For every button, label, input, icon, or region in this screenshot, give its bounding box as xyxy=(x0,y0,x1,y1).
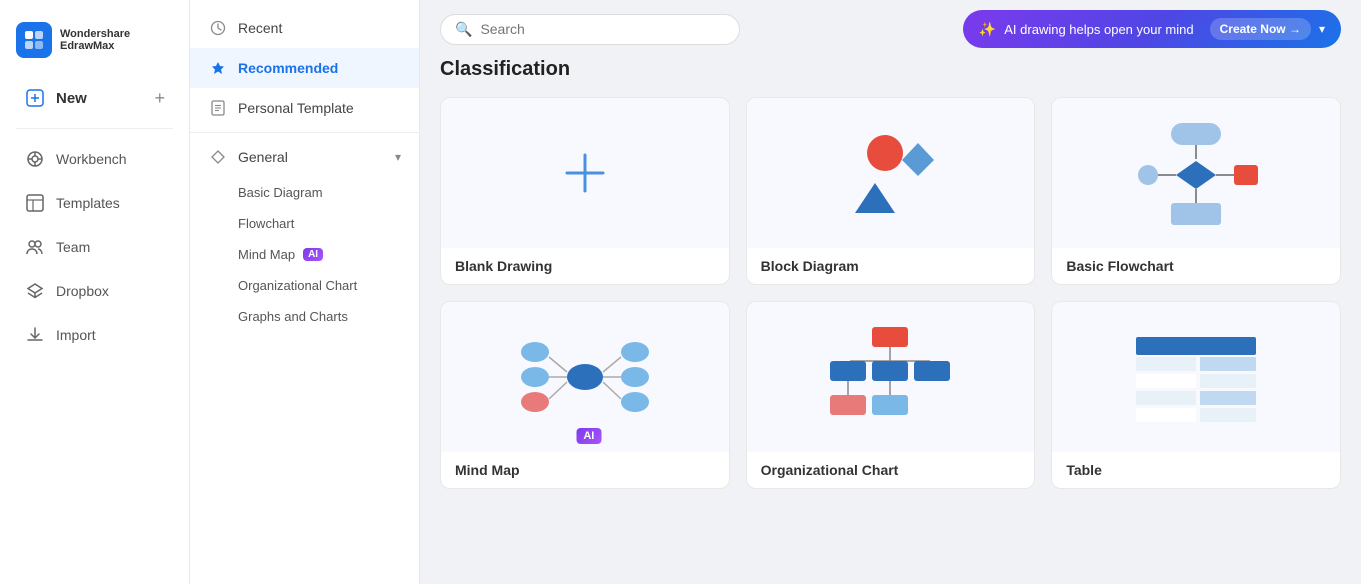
sub-item-graphs-charts[interactable]: Graphs and Charts xyxy=(190,301,419,332)
sub-item-mind-map[interactable]: Mind Map AI xyxy=(190,239,419,270)
card-block-diagram-image xyxy=(747,98,1035,248)
sidebar-item-team-label: Team xyxy=(56,239,90,255)
middle-item-personal-template[interactable]: Personal Template xyxy=(190,88,419,128)
recommended-label: Recommended xyxy=(238,60,338,76)
card-table[interactable]: Table xyxy=(1051,301,1341,489)
new-icon xyxy=(24,87,46,109)
ai-banner-chevron-icon: ▾ xyxy=(1319,22,1325,36)
ai-banner[interactable]: ✨ AI drawing helps open your mind Create… xyxy=(963,10,1341,48)
middle-panel: Recent Recommended Personal Template xyxy=(190,0,420,584)
sub-item-org-chart[interactable]: Organizational Chart xyxy=(190,270,419,301)
sidebar-item-dropbox-label: Dropbox xyxy=(56,283,109,299)
recent-label: Recent xyxy=(238,20,282,36)
import-icon xyxy=(24,324,46,346)
search-icon: 🔍 xyxy=(455,21,472,38)
search-box[interactable]: 🔍 xyxy=(440,14,740,45)
card-mind-map-label: Mind Map xyxy=(441,452,729,488)
card-basic-flowchart-label: Basic Flowchart xyxy=(1052,248,1340,284)
sidebar-item-team[interactable]: Team xyxy=(8,226,181,268)
sub-item-flowchart[interactable]: Flowchart xyxy=(190,208,419,239)
general-label: General xyxy=(238,149,288,165)
ai-banner-sparkle-icon: ✨ xyxy=(979,21,996,38)
personal-template-icon xyxy=(208,98,228,118)
app-logo-icon xyxy=(16,22,52,58)
sidebar-item-import-label: Import xyxy=(56,327,96,343)
card-mind-map-image: AI xyxy=(441,302,729,452)
recommended-icon xyxy=(208,58,228,78)
team-icon xyxy=(24,236,46,258)
sidebar-item-new[interactable]: New + xyxy=(8,77,181,119)
card-org-chart-label: Organizational Chart xyxy=(747,452,1035,488)
general-section-header[interactable]: General ▾ xyxy=(190,137,419,177)
card-basic-flowchart[interactable]: Basic Flowchart xyxy=(1051,97,1341,285)
card-blank-drawing-image xyxy=(441,98,729,248)
middle-item-recent[interactable]: Recent xyxy=(190,8,419,48)
main-content: 🔍 ✨ AI drawing helps open your mind Crea… xyxy=(420,0,1361,584)
cards-grid: Blank Drawing Block Diagram xyxy=(440,97,1341,489)
middle-divider xyxy=(190,132,419,133)
classification-title: Classification xyxy=(440,58,1341,81)
sidebar-item-dropbox[interactable]: Dropbox xyxy=(8,270,181,312)
content-area: Classification Blank Drawing xyxy=(420,58,1361,584)
ai-banner-create-button[interactable]: Create Now → xyxy=(1210,18,1311,40)
dropbox-icon xyxy=(24,280,46,302)
sidebar-item-new-label: New xyxy=(56,90,87,107)
card-org-chart[interactable]: Organizational Chart xyxy=(746,301,1036,489)
card-block-diagram[interactable]: Block Diagram xyxy=(746,97,1036,285)
workbench-icon xyxy=(24,148,46,170)
sidebar-item-templates[interactable]: Templates xyxy=(8,182,181,224)
sidebar-item-workbench-label: Workbench xyxy=(56,151,127,167)
personal-template-label: Personal Template xyxy=(238,100,354,116)
recent-icon xyxy=(208,18,228,38)
new-plus-icon: + xyxy=(154,88,165,109)
logo-area: Wondershare EdrawMax xyxy=(0,12,189,76)
middle-item-recommended[interactable]: Recommended xyxy=(190,48,419,88)
sidebar-item-workbench[interactable]: Workbench xyxy=(8,138,181,180)
sidebar: Wondershare EdrawMax New + Wor xyxy=(0,0,190,584)
top-bar: 🔍 ✨ AI drawing helps open your mind Crea… xyxy=(420,0,1361,58)
card-blank-drawing[interactable]: Blank Drawing xyxy=(440,97,730,285)
mind-map-card-ai-badge: AI xyxy=(576,428,601,444)
general-icon xyxy=(208,147,228,167)
sub-item-basic-diagram[interactable]: Basic Diagram xyxy=(190,177,419,208)
logo-text: Wondershare EdrawMax xyxy=(60,28,130,52)
card-basic-flowchart-image xyxy=(1052,98,1340,248)
card-table-image xyxy=(1052,302,1340,452)
general-chevron-icon: ▾ xyxy=(395,150,401,164)
templates-icon xyxy=(24,192,46,214)
mind-map-ai-badge: AI xyxy=(303,248,323,261)
sidebar-item-templates-label: Templates xyxy=(56,195,120,211)
general-section-left: General xyxy=(208,147,288,167)
card-mind-map[interactable]: AI Mind Map xyxy=(440,301,730,489)
card-table-label: Table xyxy=(1052,452,1340,488)
sidebar-divider-1 xyxy=(16,128,173,129)
card-blank-drawing-label: Blank Drawing xyxy=(441,248,729,284)
search-input[interactable] xyxy=(480,21,725,37)
ai-banner-text: AI drawing helps open your mind xyxy=(1004,22,1193,37)
card-org-chart-image xyxy=(747,302,1035,452)
sidebar-item-import[interactable]: Import xyxy=(8,314,181,356)
card-block-diagram-label: Block Diagram xyxy=(747,248,1035,284)
